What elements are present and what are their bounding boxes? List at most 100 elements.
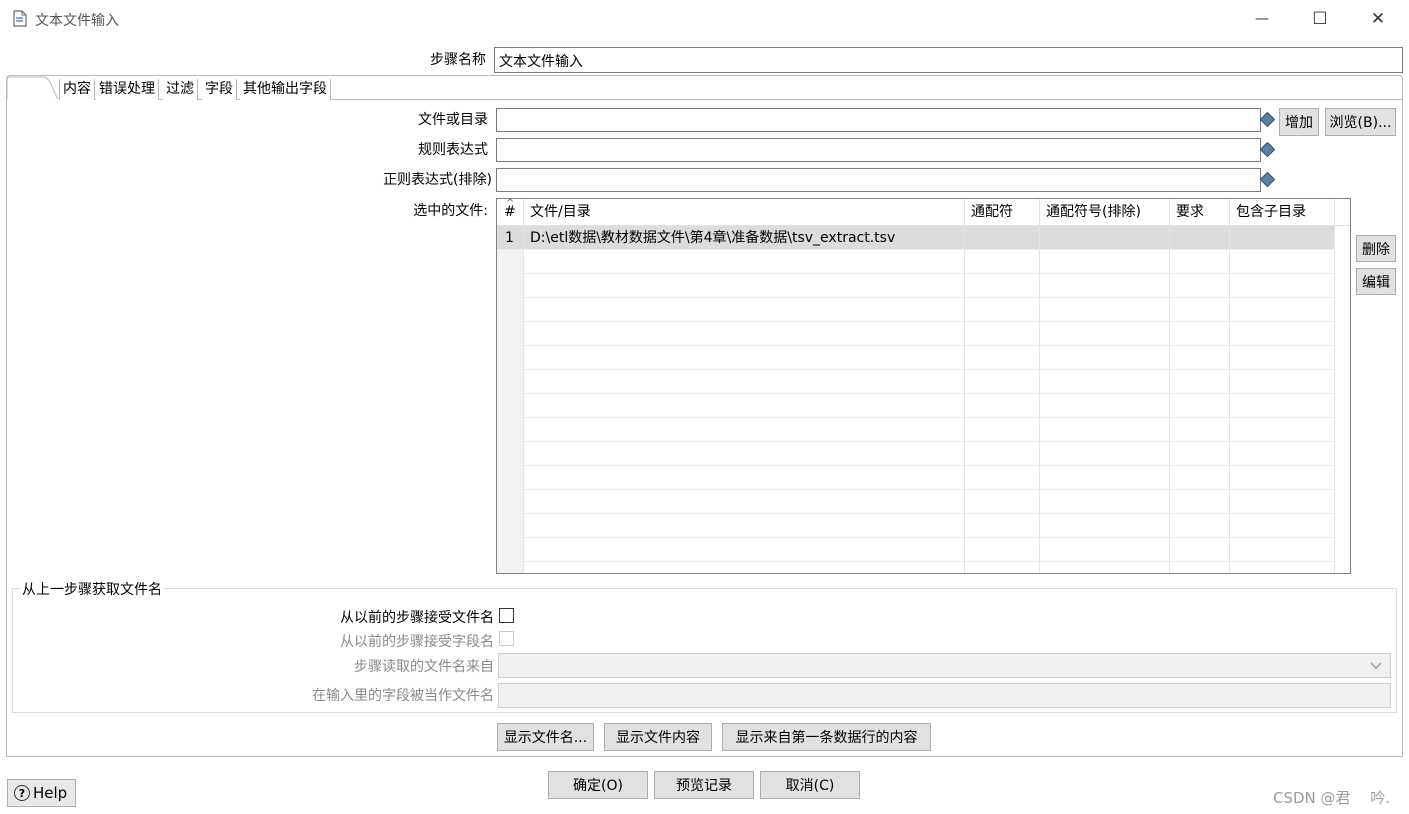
ok-button[interactable]: 确定(O) <box>548 771 648 799</box>
table-cell-empty <box>1170 370 1230 394</box>
table-cell-empty <box>524 538 965 562</box>
accept-fields-checkbox[interactable] <box>499 631 514 646</box>
table-cell-empty <box>965 562 1040 573</box>
table-row-empty <box>497 370 1335 394</box>
document-icon <box>13 10 27 27</box>
table-cell-empty <box>1170 514 1230 538</box>
row-required[interactable] <box>1170 226 1230 250</box>
table-row-empty <box>497 298 1335 322</box>
row-include-subfolders[interactable] <box>1230 226 1335 250</box>
table-cell-empty <box>1040 370 1170 394</box>
table-cell-empty <box>965 274 1040 298</box>
table-cell-empty <box>965 298 1040 322</box>
table-cell-empty <box>1170 298 1230 322</box>
browse-button[interactable]: 浏览(B)... <box>1325 108 1396 136</box>
table-cell-empty <box>1230 298 1335 322</box>
table-cell-empty <box>524 298 965 322</box>
table-cell-empty <box>497 394 524 418</box>
minimize-icon: — <box>1255 11 1269 27</box>
column-header-wildcard[interactable]: 通配符 <box>965 199 1040 226</box>
tab-filter[interactable]: 过滤 <box>163 79 198 100</box>
row-wildcard[interactable] <box>965 226 1040 250</box>
add-button[interactable]: 增加 <box>1279 108 1319 136</box>
table-cell-empty <box>524 370 965 394</box>
file-or-dir-input[interactable] <box>496 108 1261 132</box>
table-row[interactable]: 1 D:\etl数据\教材数据文件\第4章\准备数据\tsv_extract.t… <box>497 226 1335 250</box>
help-label: Help <box>33 784 68 802</box>
watermark: CSDN @君 吟. <box>1273 789 1391 807</box>
minimize-button[interactable]: — <box>1232 0 1292 38</box>
chevron-down-icon <box>1370 662 1382 669</box>
table-cell-empty <box>1170 394 1230 418</box>
maximize-icon: ☐ <box>1312 9 1328 29</box>
close-button[interactable]: ✕ <box>1348 0 1408 38</box>
column-header-include-subfolders[interactable]: 包含子目录 <box>1230 199 1335 226</box>
table-cell-empty <box>1230 274 1335 298</box>
selected-files-table[interactable]: ^ # 文件/目录 通配符 通配符号(排除) 要求 包含子目录 1 D:\etl… <box>496 198 1351 574</box>
tab-error-handling[interactable]: 错误处理 <box>96 79 159 100</box>
table-cell-empty <box>524 274 965 298</box>
table-cell-empty <box>1230 442 1335 466</box>
show-first-row-button[interactable]: 显示来自第一条数据行的内容 <box>722 723 931 751</box>
maximize-button[interactable]: ☐ <box>1290 0 1350 38</box>
table-row-empty <box>497 514 1335 538</box>
column-header-index[interactable]: ^ # <box>497 199 524 226</box>
regex-exclude-input[interactable] <box>496 168 1261 192</box>
table-cell-empty <box>1040 442 1170 466</box>
help-button[interactable]: ? Help <box>7 779 76 807</box>
table-cell-empty <box>1230 370 1335 394</box>
table-cell-empty <box>965 466 1040 490</box>
table-cell-empty <box>1040 562 1170 573</box>
table-cell-empty <box>1230 466 1335 490</box>
cancel-button[interactable]: 取消(C) <box>760 771 860 799</box>
table-row-empty <box>497 442 1335 466</box>
table-cell-empty <box>1040 322 1170 346</box>
edit-button[interactable]: 编辑 <box>1356 268 1396 295</box>
row-file-path[interactable]: D:\etl数据\教材数据文件\第4章\准备数据\tsv_extract.tsv <box>524 226 965 250</box>
table-row-empty <box>497 466 1335 490</box>
field-as-filename-input[interactable] <box>498 683 1391 708</box>
column-header-file-dir[interactable]: 文件/目录 <box>524 199 965 226</box>
preview-button[interactable]: 预览记录 <box>654 771 754 799</box>
table-cell-empty <box>965 346 1040 370</box>
accept-fields-label: 从以前的步骤接受字段名 <box>340 634 494 650</box>
row-number: 1 <box>497 226 524 250</box>
table-cell-empty <box>1230 346 1335 370</box>
table-cell-empty <box>497 538 524 562</box>
column-header-wildcard-exclude[interactable]: 通配符号(排除) <box>1040 199 1170 226</box>
table-cell-empty <box>524 322 965 346</box>
table-cell-empty <box>965 250 1040 274</box>
step-name-input[interactable]: 文本文件输入 <box>494 47 1403 73</box>
table-cell-empty <box>524 562 965 573</box>
tab-fields[interactable]: 字段 <box>202 79 237 100</box>
table-cell-empty <box>497 562 524 573</box>
table-cell-empty <box>1170 274 1230 298</box>
tab-content[interactable]: 内容 <box>59 79 95 100</box>
table-cell-empty <box>1230 538 1335 562</box>
column-header-required[interactable]: 要求 <box>1170 199 1230 226</box>
show-filenames-button[interactable]: 显示文件名... <box>497 723 594 751</box>
help-icon: ? <box>14 785 30 801</box>
table-cell-empty <box>965 418 1040 442</box>
step-to-read-label: 步骤读取的文件名来自 <box>354 659 494 675</box>
table-cell-empty <box>1230 514 1335 538</box>
step-to-read-select[interactable] <box>498 653 1391 678</box>
show-file-content-button[interactable]: 显示文件内容 <box>604 723 712 751</box>
file-or-dir-label: 文件或目录 <box>418 112 488 128</box>
regex-input[interactable] <box>496 138 1261 162</box>
table-cell-empty <box>497 418 524 442</box>
table-cell-empty <box>1040 394 1170 418</box>
table-cell-empty <box>965 322 1040 346</box>
table-cell-empty <box>1040 274 1170 298</box>
table-cell-empty <box>1170 538 1230 562</box>
table-row-empty <box>497 394 1335 418</box>
delete-button[interactable]: 删除 <box>1356 235 1396 262</box>
row-wildcard-exclude[interactable] <box>1040 226 1170 250</box>
table-row-empty <box>497 418 1335 442</box>
tab-other-output-fields[interactable]: 其他输出字段 <box>240 79 331 100</box>
table-cell-empty <box>1170 562 1230 573</box>
table-cell-empty <box>497 442 524 466</box>
accept-filenames-checkbox[interactable] <box>499 608 514 623</box>
table-row-empty <box>497 562 1335 573</box>
table-cell-empty <box>524 394 965 418</box>
